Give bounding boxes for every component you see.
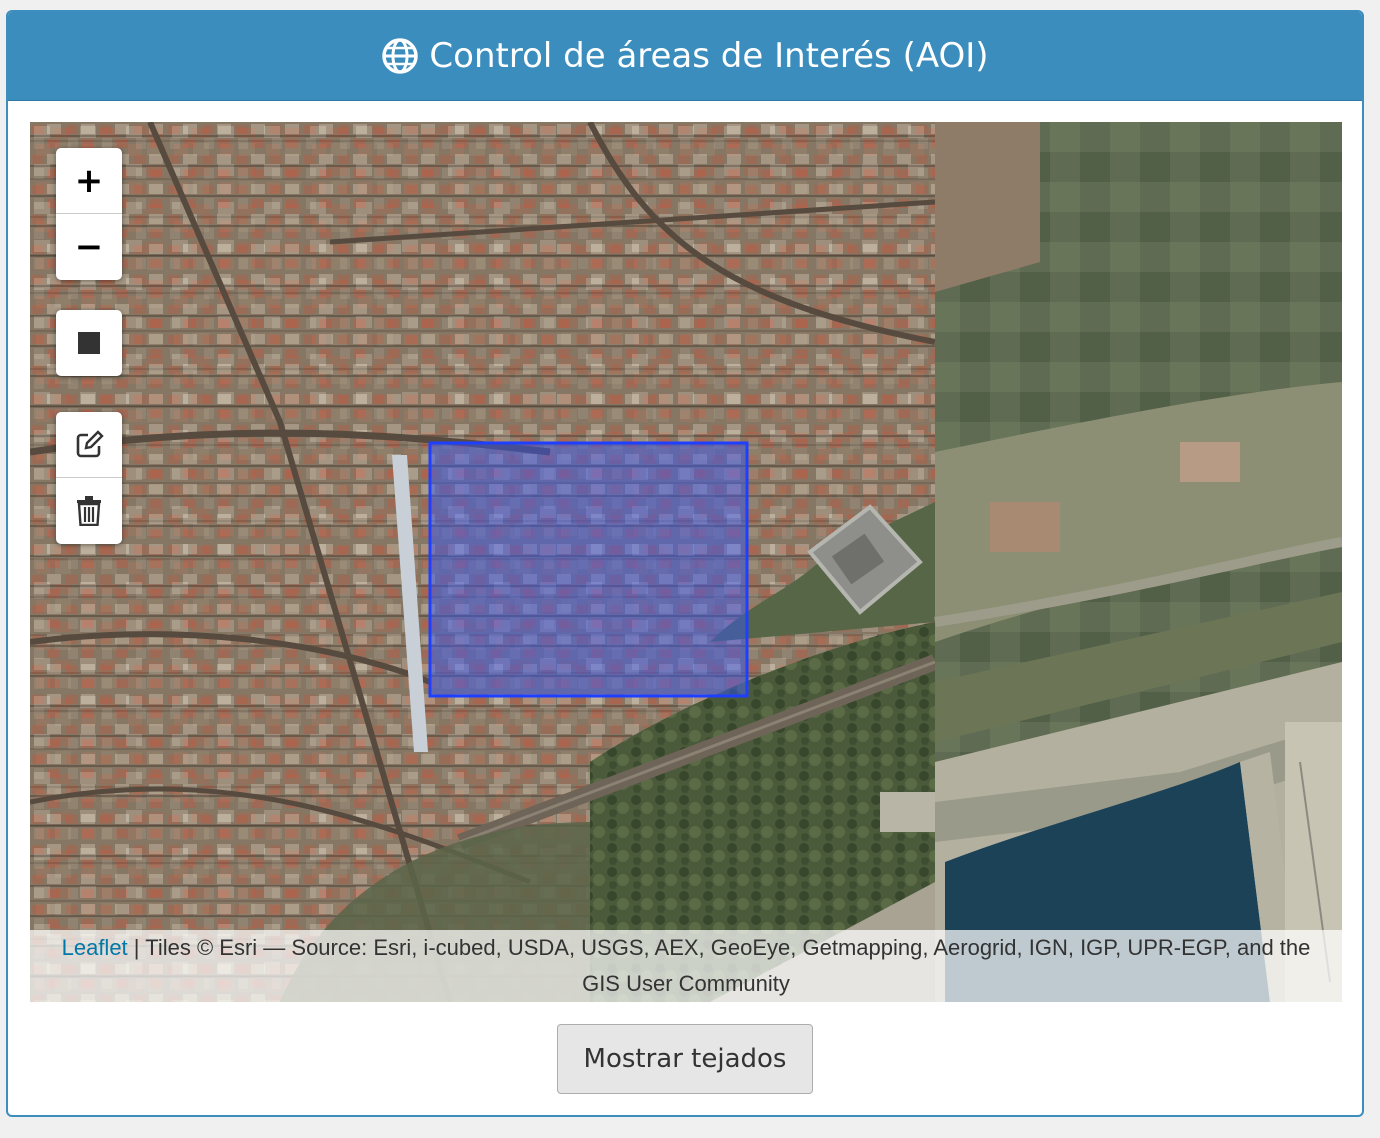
delete-layers-button[interactable] xyxy=(56,477,122,543)
leaflet-link[interactable]: Leaflet xyxy=(62,935,128,960)
actions-row: Mostrar tejados xyxy=(8,1024,1362,1094)
edit-toolbar xyxy=(56,412,122,544)
trash-icon xyxy=(77,495,101,526)
aoi-rectangle xyxy=(428,441,749,698)
map-attribution: Leaflet | Tiles © Esri — Source: Esri, i… xyxy=(30,930,1342,1002)
map-view[interactable]: + − Leaflet | Tiles © Esri — Source: Esr… xyxy=(30,122,1342,1002)
zoom-in-button[interactable]: + xyxy=(56,148,122,213)
panel-header: Control de áreas de Interés (AOI) xyxy=(8,12,1362,101)
aoi-panel: Control de áreas de Interés (AOI) + − Le… xyxy=(6,10,1364,1117)
draw-rectangle-button[interactable] xyxy=(56,310,122,375)
square-icon xyxy=(78,331,100,354)
edit-icon xyxy=(76,429,104,457)
attribution-text: | Tiles © Esri — Source: Esri, i-cubed, … xyxy=(127,935,1311,996)
zoom-control: + − xyxy=(56,148,122,280)
globe-icon xyxy=(382,38,419,74)
zoom-out-button[interactable]: − xyxy=(56,213,122,279)
show-roofs-button[interactable]: Mostrar tejados xyxy=(557,1024,813,1094)
panel-title: Control de áreas de Interés (AOI) xyxy=(429,36,989,76)
edit-layers-button[interactable] xyxy=(56,412,122,477)
satellite-basemap xyxy=(30,122,1342,1002)
draw-toolbar xyxy=(56,310,122,376)
